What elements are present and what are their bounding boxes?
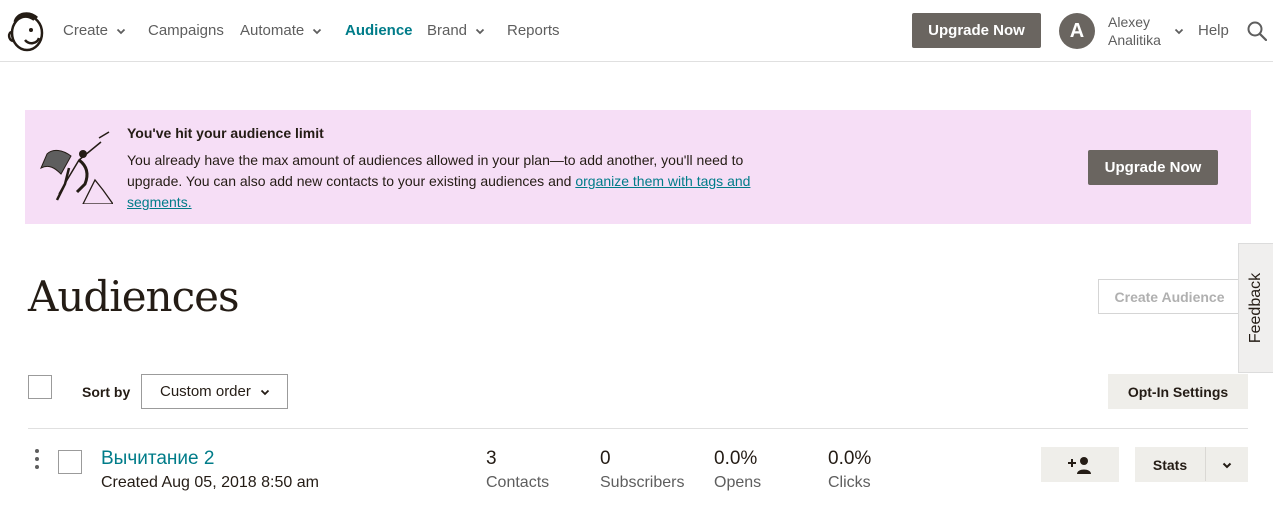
chevron-down-icon <box>475 28 485 34</box>
audience-name-link[interactable]: Вычитание 2 <box>101 448 214 470</box>
select-all-checkbox[interactable] <box>28 375 52 399</box>
opt-in-settings-button[interactable]: Opt-In Settings <box>1108 374 1248 409</box>
avatar[interactable]: A <box>1059 13 1095 49</box>
nav-campaigns-label: Campaigns <box>148 22 224 39</box>
audience-limit-banner: You've hit your audience limit You alrea… <box>25 110 1251 224</box>
mailchimp-logo-icon[interactable] <box>7 10 45 52</box>
add-contact-button[interactable] <box>1041 447 1119 482</box>
account-first-name: Alexey <box>1108 14 1151 30</box>
opens-rate: 0.0% <box>714 448 758 469</box>
chevron-down-icon <box>116 28 126 34</box>
search-icon[interactable] <box>1247 21 1267 41</box>
nav-reports-label: Reports <box>507 22 560 39</box>
split-button-separator <box>1205 447 1206 481</box>
top-navigation: Create Campaigns Automate Audience Brand… <box>0 0 1273 62</box>
banner-title: You've hit your audience limit <box>127 125 324 141</box>
contacts-label: Contacts <box>486 474 550 491</box>
nav-automate[interactable]: Automate <box>240 22 323 39</box>
banner-upgrade-now-button[interactable]: Upgrade Now <box>1088 150 1218 185</box>
chevron-down-icon <box>260 389 270 395</box>
nav-create-label: Create <box>63 22 109 39</box>
nav-brand[interactable]: Brand <box>427 22 486 39</box>
chevron-down-icon <box>313 28 322 34</box>
subscribers-count: 0 <box>600 448 611 469</box>
clicks-label: Clicks <box>828 474 871 491</box>
account-name[interactable]: Alexey Analitika <box>1108 13 1161 49</box>
kebab-menu-icon[interactable] <box>33 448 41 470</box>
nav-brand-label: Brand <box>427 22 468 39</box>
climber-illustration-icon <box>40 131 113 204</box>
chevron-down-icon[interactable] <box>1221 459 1233 471</box>
add-user-icon <box>1068 456 1091 474</box>
audience-created-date: Created Aug 05, 2018 8:50 am <box>101 474 319 491</box>
stats-split-button: Stats <box>1135 447 1248 482</box>
nav-audience-label: Audience <box>345 22 413 39</box>
contacts-count: 3 <box>486 448 497 469</box>
sort-order-select[interactable]: Custom order <box>141 374 288 409</box>
nav-audience[interactable]: Audience <box>345 22 413 39</box>
stats-button[interactable]: Stats <box>1135 457 1205 473</box>
nav-create[interactable]: Create <box>63 22 127 39</box>
list-divider <box>28 428 1248 429</box>
help-link[interactable]: Help <box>1198 22 1229 39</box>
upgrade-now-button[interactable]: Upgrade Now <box>912 13 1041 48</box>
page-title: Audiences <box>28 272 240 321</box>
feedback-label: Feedback <box>1247 272 1264 344</box>
subscribers-label: Subscribers <box>600 474 685 491</box>
create-audience-button[interactable]: Create Audience <box>1098 279 1241 314</box>
opens-label: Opens <box>714 474 762 491</box>
nav-reports[interactable]: Reports <box>507 22 560 39</box>
list-checkbox[interactable] <box>58 450 82 474</box>
nav-automate-label: Automate <box>240 22 305 39</box>
feedback-tab[interactable]: Feedback <box>1238 243 1273 373</box>
chevron-down-icon[interactable] <box>1173 25 1185 37</box>
sort-order-value: Custom order <box>160 383 251 400</box>
clicks-rate: 0.0% <box>828 448 872 469</box>
nav-campaigns[interactable]: Campaigns <box>148 22 224 39</box>
sort-by-label: Sort by <box>82 384 131 400</box>
account-last-name: Analitika <box>1108 32 1161 48</box>
banner-message: You already have the max amount of audie… <box>127 150 767 213</box>
